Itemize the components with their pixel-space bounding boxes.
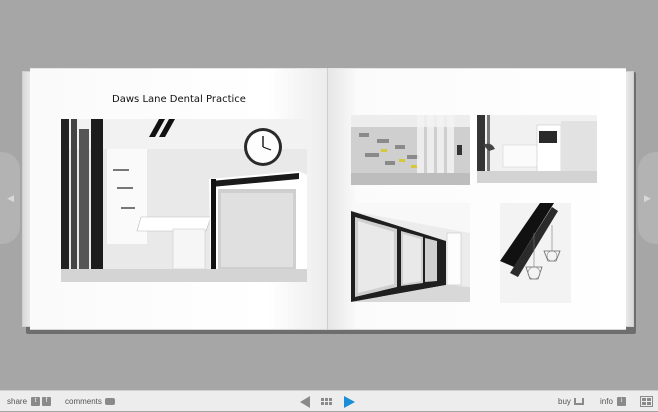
glass-partition-photo[interactable] — [351, 115, 470, 185]
arrow-left-icon — [300, 395, 310, 408]
arrow-left-icon: ◀ — [7, 192, 14, 203]
page-title: Daws Lane Dental Practice — [112, 94, 246, 105]
comments-control[interactable]: comments — [65, 391, 115, 412]
share-control[interactable]: share t f — [7, 391, 52, 412]
buy-control[interactable]: buy — [558, 391, 584, 412]
thumbnails-button[interactable] — [321, 391, 332, 412]
info-label: info — [600, 397, 613, 406]
left-page[interactable]: Daws Lane Dental Practice — [30, 68, 328, 330]
bottom-toolbar: share t f comments buy info i — [0, 390, 658, 411]
cart-icon — [573, 398, 584, 405]
pendant-lights-photo[interactable] — [500, 203, 571, 303]
comments-label: comments — [65, 397, 102, 406]
previous-page-button[interactable]: ◀ — [0, 152, 20, 244]
twitter-icon[interactable]: t — [31, 397, 41, 406]
info-icon: i — [616, 397, 626, 406]
fullscreen-button[interactable] — [640, 391, 653, 412]
next-page-button[interactable]: ▶ — [638, 152, 658, 244]
corridor-panels-photo[interactable] — [351, 203, 470, 302]
photo-book: Daws Lane Dental Practice — [22, 68, 634, 330]
grid-icon — [321, 398, 332, 405]
arrow-right-icon: ▶ — [644, 192, 651, 203]
facebook-icon[interactable]: f — [42, 397, 52, 406]
buy-label: buy — [558, 397, 571, 406]
reception-photo[interactable] — [61, 119, 307, 282]
info-control[interactable]: info i — [600, 391, 626, 412]
previous-page-toolbar-button[interactable] — [300, 391, 310, 412]
fullscreen-icon — [640, 396, 653, 407]
speech-bubble-icon — [104, 398, 115, 405]
play-icon — [344, 395, 355, 408]
share-label: share — [7, 397, 28, 406]
play-button[interactable] — [344, 391, 355, 412]
treatment-room-photo[interactable] — [477, 115, 597, 183]
right-page[interactable] — [328, 68, 626, 330]
